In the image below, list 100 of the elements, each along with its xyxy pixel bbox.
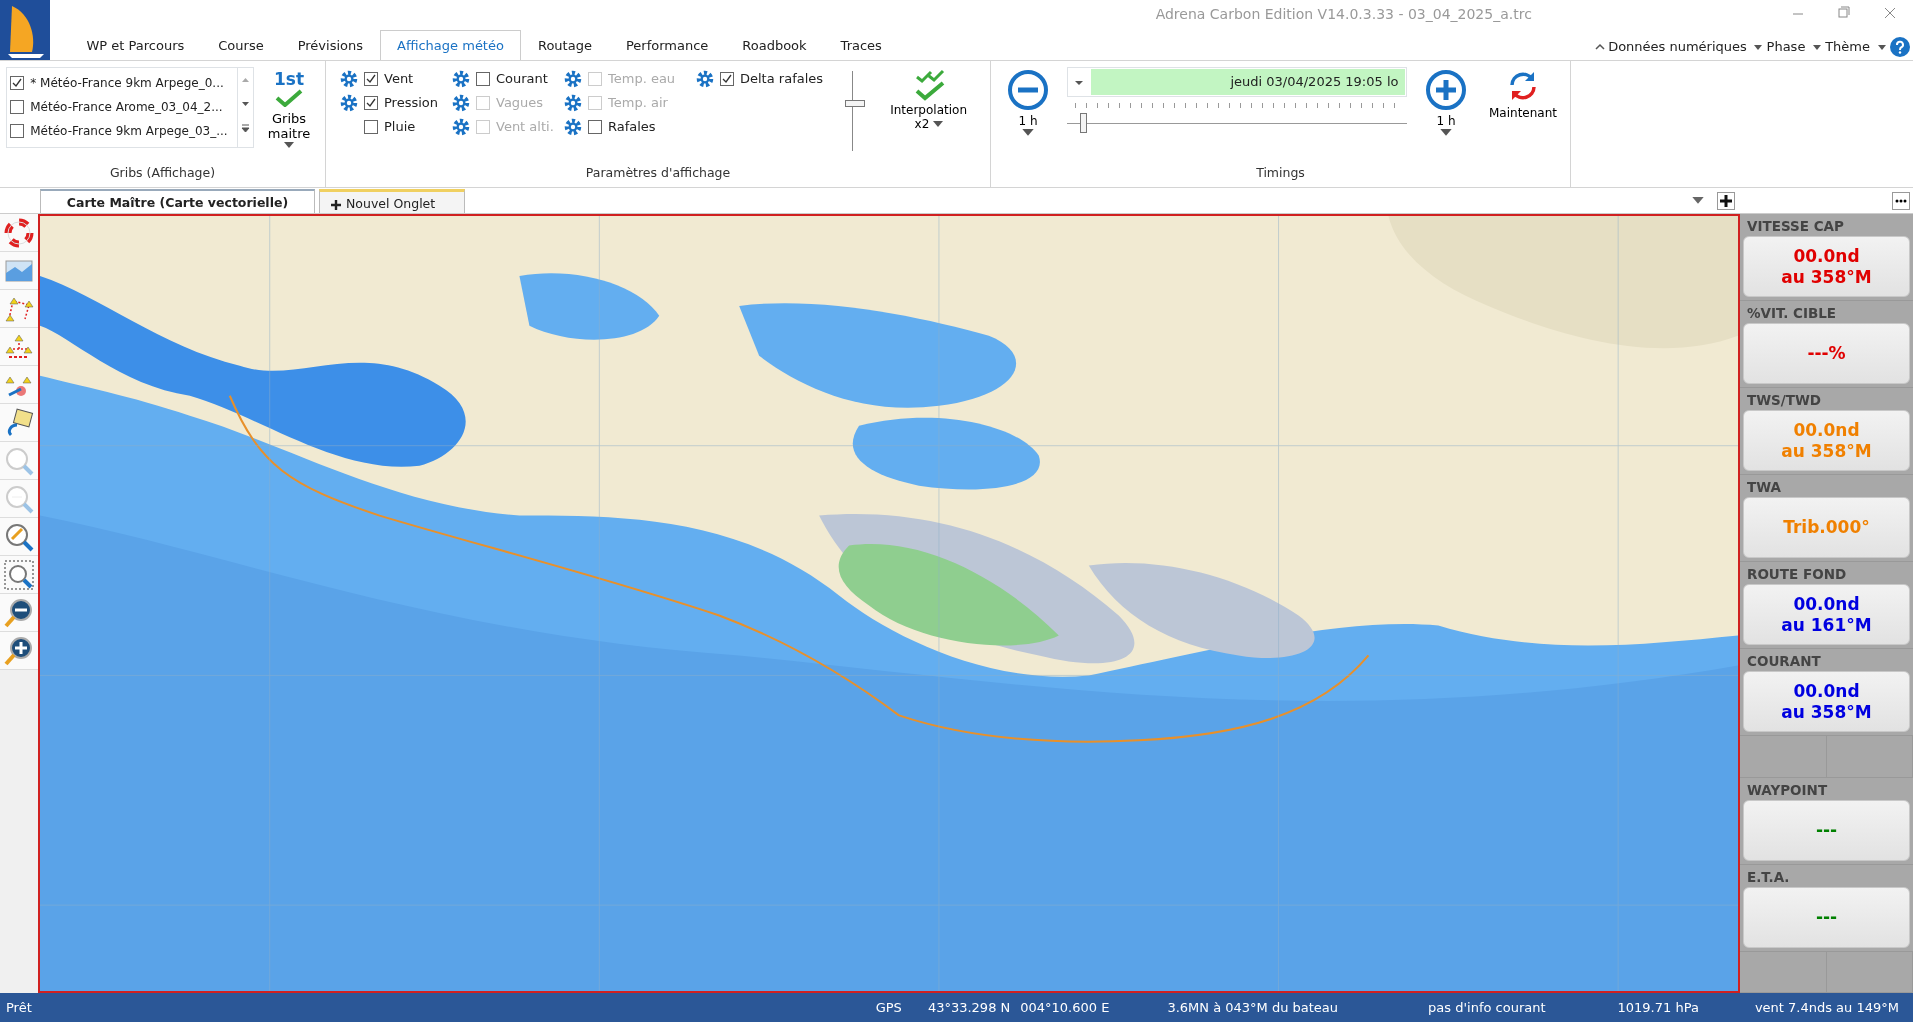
zoom-out-icon: [3, 596, 35, 629]
settings-icon[interactable]: [340, 70, 358, 88]
status-text: vent 7.4nds au 149°M: [1754, 998, 1899, 1017]
grib-name[interactable]: Météo-France 9km Arpege_03_...: [30, 122, 228, 141]
checkmark-icon: [722, 74, 732, 84]
instrument-title: ROUTE FOND: [1746, 565, 1848, 584]
group-label: Timings: [1255, 164, 1306, 183]
caret-icon: [1022, 128, 1034, 137]
map-button[interactable]: [0, 252, 38, 290]
group-label: Paramètres d'affichage: [584, 164, 732, 183]
add-icon[interactable]: [1716, 191, 1735, 210]
document-tab[interactable]: Carte Maître (Carte vectorielle): [40, 189, 315, 213]
document-tab[interactable]: Nouvel Onglet: [319, 189, 465, 213]
instrument-title: VITESSE CAP: [1746, 217, 1845, 236]
option-label[interactable]: Courant: [496, 69, 548, 89]
window-title: Adrena Carbon Edition V14.0.3.33 - 03_04_2025_a.trc: [1154, 5, 1533, 24]
checkbox[interactable]: [588, 120, 602, 134]
instrument-value: 00.0nd au 358°M: [1743, 236, 1910, 297]
status-text: 004°10.600 E: [1020, 998, 1110, 1017]
checkbox[interactable]: [10, 76, 25, 91]
ribbon-tab[interactable]: Affichage météo: [380, 29, 521, 60]
caret-icon: [284, 141, 294, 149]
ribbon-tab[interactable]: WP et Parcours: [69, 29, 202, 60]
checkmark-icon: [366, 98, 376, 108]
checkbox[interactable]: [364, 96, 378, 110]
status-text: 1019.71 hPa: [1617, 998, 1699, 1017]
instrument-value: ---: [1743, 886, 1910, 948]
settings-icon[interactable]: [696, 70, 714, 88]
option-label[interactable]: Pluie: [384, 117, 416, 137]
lifebuoy-button[interactable]: [0, 214, 38, 252]
slider-thumb[interactable]: [845, 100, 866, 108]
instrument-value: 00.0nd au 161°M: [1743, 584, 1910, 645]
checkbox[interactable]: [364, 72, 378, 86]
status-text: 3.6MN à 043°M du bateau: [1167, 998, 1339, 1017]
interpolation-button[interactable]: Interpolation x2: [886, 67, 971, 159]
step-forward-button[interactable]: 1 h: [1421, 67, 1471, 159]
collapse-icon[interactable]: [1594, 41, 1605, 52]
ribbon-tab[interactable]: Performance: [608, 29, 726, 60]
checkmark-icon: [12, 78, 23, 89]
instrument-title: TWS/TWD: [1746, 391, 1823, 410]
checkbox[interactable]: [720, 72, 734, 86]
ribbon-tab[interactable]: Routage: [520, 29, 609, 60]
instrument-title: WAYPOINT: [1746, 780, 1829, 800]
settings-icon[interactable]: [340, 94, 358, 112]
settings-icon[interactable]: [564, 118, 582, 136]
plus-icon: [1425, 69, 1467, 111]
master-gribs-button[interactable]: 1st Gribs maitre: [260, 67, 318, 159]
status-text: Prêt: [6, 998, 32, 1017]
ribbon-tab[interactable]: Prévisions: [280, 29, 380, 60]
zoom-out-button[interactable]: [0, 594, 38, 632]
option-label[interactable]: Delta rafales: [740, 69, 824, 89]
route-button[interactable]: [0, 366, 38, 404]
option-label[interactable]: Rafales: [608, 117, 656, 137]
caret-icon: [932, 121, 943, 129]
instrument-title: COURANT: [1746, 652, 1822, 671]
checkmark-icon: [274, 89, 304, 108]
status-text: pas d'info courant: [1428, 998, 1546, 1017]
instrument-value: 00.0nd au 358°M: [1743, 410, 1910, 471]
instrument-title: %VIT. CIBLE: [1746, 304, 1838, 323]
zoom-area-icon: [3, 558, 35, 591]
minus-icon: [1007, 69, 1049, 111]
app-logo-icon: [0, 0, 50, 60]
ribbon-tab[interactable]: Roadbook: [725, 29, 824, 60]
ribbon-tab[interactable]: Course: [201, 29, 281, 60]
checkbox[interactable]: [364, 120, 378, 134]
route-button[interactable]: [0, 328, 38, 366]
slider-thumb[interactable]: [1080, 113, 1088, 133]
badge-label: 1st: [273, 69, 305, 90]
checkbox[interactable]: [10, 124, 25, 139]
ribbon-tab[interactable]: Traces: [823, 29, 899, 60]
option-label[interactable]: Pression: [384, 93, 439, 113]
zoom-in-button[interactable]: [0, 632, 38, 670]
group-label: Gribs (Affichage): [108, 164, 217, 183]
instrument-value: ---%: [1743, 323, 1910, 384]
menu-item[interactable]: Données numériques: [1608, 37, 1747, 57]
more-icon[interactable]: [1891, 191, 1910, 210]
menu-item[interactable]: Thème: [1825, 37, 1870, 57]
instrument-value: ---: [1743, 799, 1910, 861]
step-back-button[interactable]: 1 h: [1003, 67, 1053, 159]
caret-icon: [1440, 128, 1452, 137]
zoom-area-button[interactable]: [0, 556, 38, 594]
checkbox[interactable]: [476, 72, 490, 86]
grib-name[interactable]: * Météo-France 9km Arpege_0...: [30, 74, 224, 93]
help-icon[interactable]: [1889, 36, 1910, 57]
instrument-value: Trib.000°: [1743, 497, 1910, 558]
dropdown-icon[interactable]: [1691, 196, 1704, 205]
checkmark-icon: [366, 74, 376, 84]
route-button[interactable]: [0, 290, 38, 328]
checkbox[interactable]: [10, 100, 25, 115]
grib-name[interactable]: Météo-France Arome_03_04_2...: [30, 98, 223, 117]
settings-icon[interactable]: [452, 70, 470, 88]
instrument-title: E.T.A.: [1746, 867, 1791, 887]
date-field[interactable]: jeudi 03/04/2025 19:05 lo: [1067, 67, 1407, 97]
magnifier-button[interactable]: [0, 518, 38, 556]
instrument-value: 00.0nd au 358°M: [1743, 671, 1910, 732]
option-label[interactable]: Vent: [384, 69, 414, 89]
menu-item[interactable]: Phase: [1766, 37, 1806, 57]
status-text: 43°33.298 N: [927, 998, 1011, 1017]
note-button[interactable]: [0, 404, 38, 442]
now-button[interactable]: Maintenant: [1485, 67, 1561, 159]
